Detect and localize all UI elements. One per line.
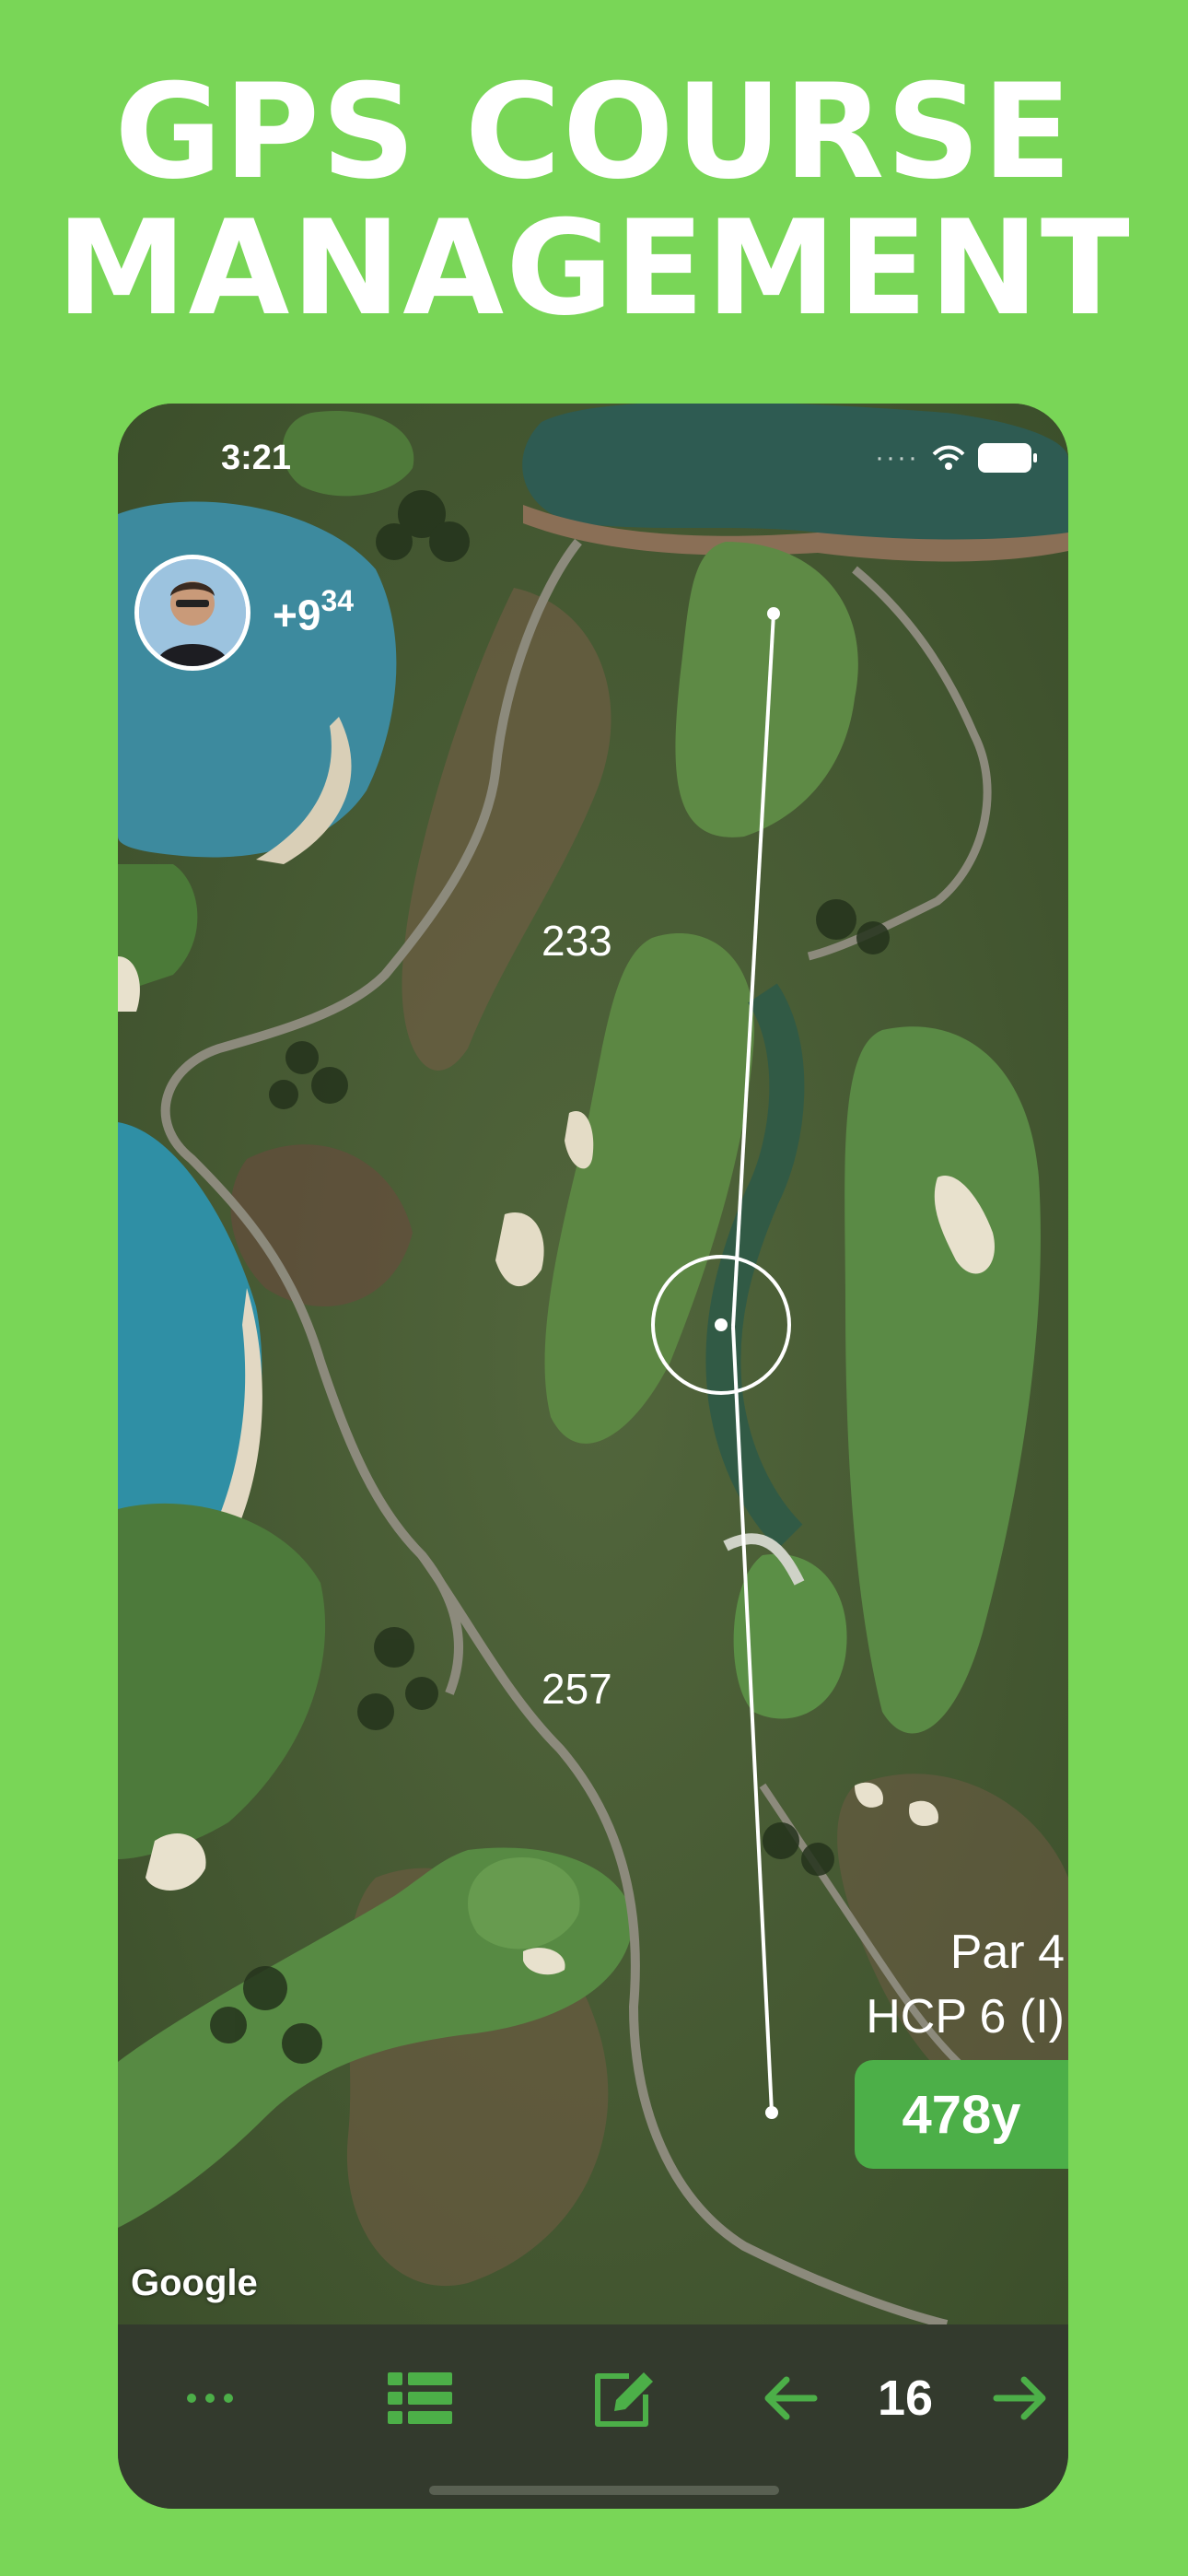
hole-number: 16	[877, 2371, 934, 2426]
status-time: 3:21	[221, 439, 292, 477]
battery-icon	[978, 443, 1037, 473]
arrow-left-icon	[764, 2376, 818, 2420]
headline-line-2: MANAGEMENT	[56, 193, 1132, 345]
water-hazard	[118, 501, 397, 858]
edit-icon	[595, 2372, 653, 2427]
water-hazard	[522, 404, 1068, 546]
edit-score-button[interactable]	[578, 2352, 670, 2444]
scorecard-button[interactable]	[374, 2352, 466, 2444]
headline: GPS COURSE MANAGEMENT	[0, 64, 1188, 337]
wifi-icon	[932, 445, 965, 470]
status-icons: ····	[875, 442, 1037, 474]
more-button[interactable]	[164, 2352, 256, 2444]
score-super: 34	[320, 584, 355, 617]
previous-hole-button[interactable]	[744, 2352, 836, 2444]
distance-label-from-tee: 257	[542, 1665, 612, 1713]
signal-icon: ····	[875, 442, 919, 473]
google-attribution: Google	[131, 2263, 258, 2303]
score-main: +9	[273, 591, 321, 639]
target-dot	[715, 1318, 728, 1331]
ellipsis-icon	[187, 2394, 233, 2403]
bottom-toolbar: 16	[118, 2324, 1068, 2509]
home-indicator[interactable]	[429, 2486, 779, 2495]
pin-dot	[767, 607, 780, 620]
arrow-right-icon	[993, 2376, 1046, 2420]
next-hole-button[interactable]	[974, 2352, 1066, 2444]
tee-dot	[765, 2106, 778, 2119]
hole-hcp: HCP 6 (I)	[866, 1990, 1065, 2043]
distance-label-to-pin: 233	[542, 917, 612, 965]
avatar[interactable]	[134, 555, 250, 671]
hole-par: Par 4	[949, 1926, 1065, 1979]
headline-line-1: GPS COURSE	[114, 56, 1074, 208]
list-icon	[388, 2372, 452, 2424]
yardage-badge[interactable]: 478y	[855, 2060, 1068, 2169]
phone-screen: 3:21 ···· +934 233 257 Par 4 HCP 6 (I) 4…	[118, 404, 1068, 2509]
avatar-image	[139, 559, 246, 666]
player-score: +934	[273, 584, 354, 639]
